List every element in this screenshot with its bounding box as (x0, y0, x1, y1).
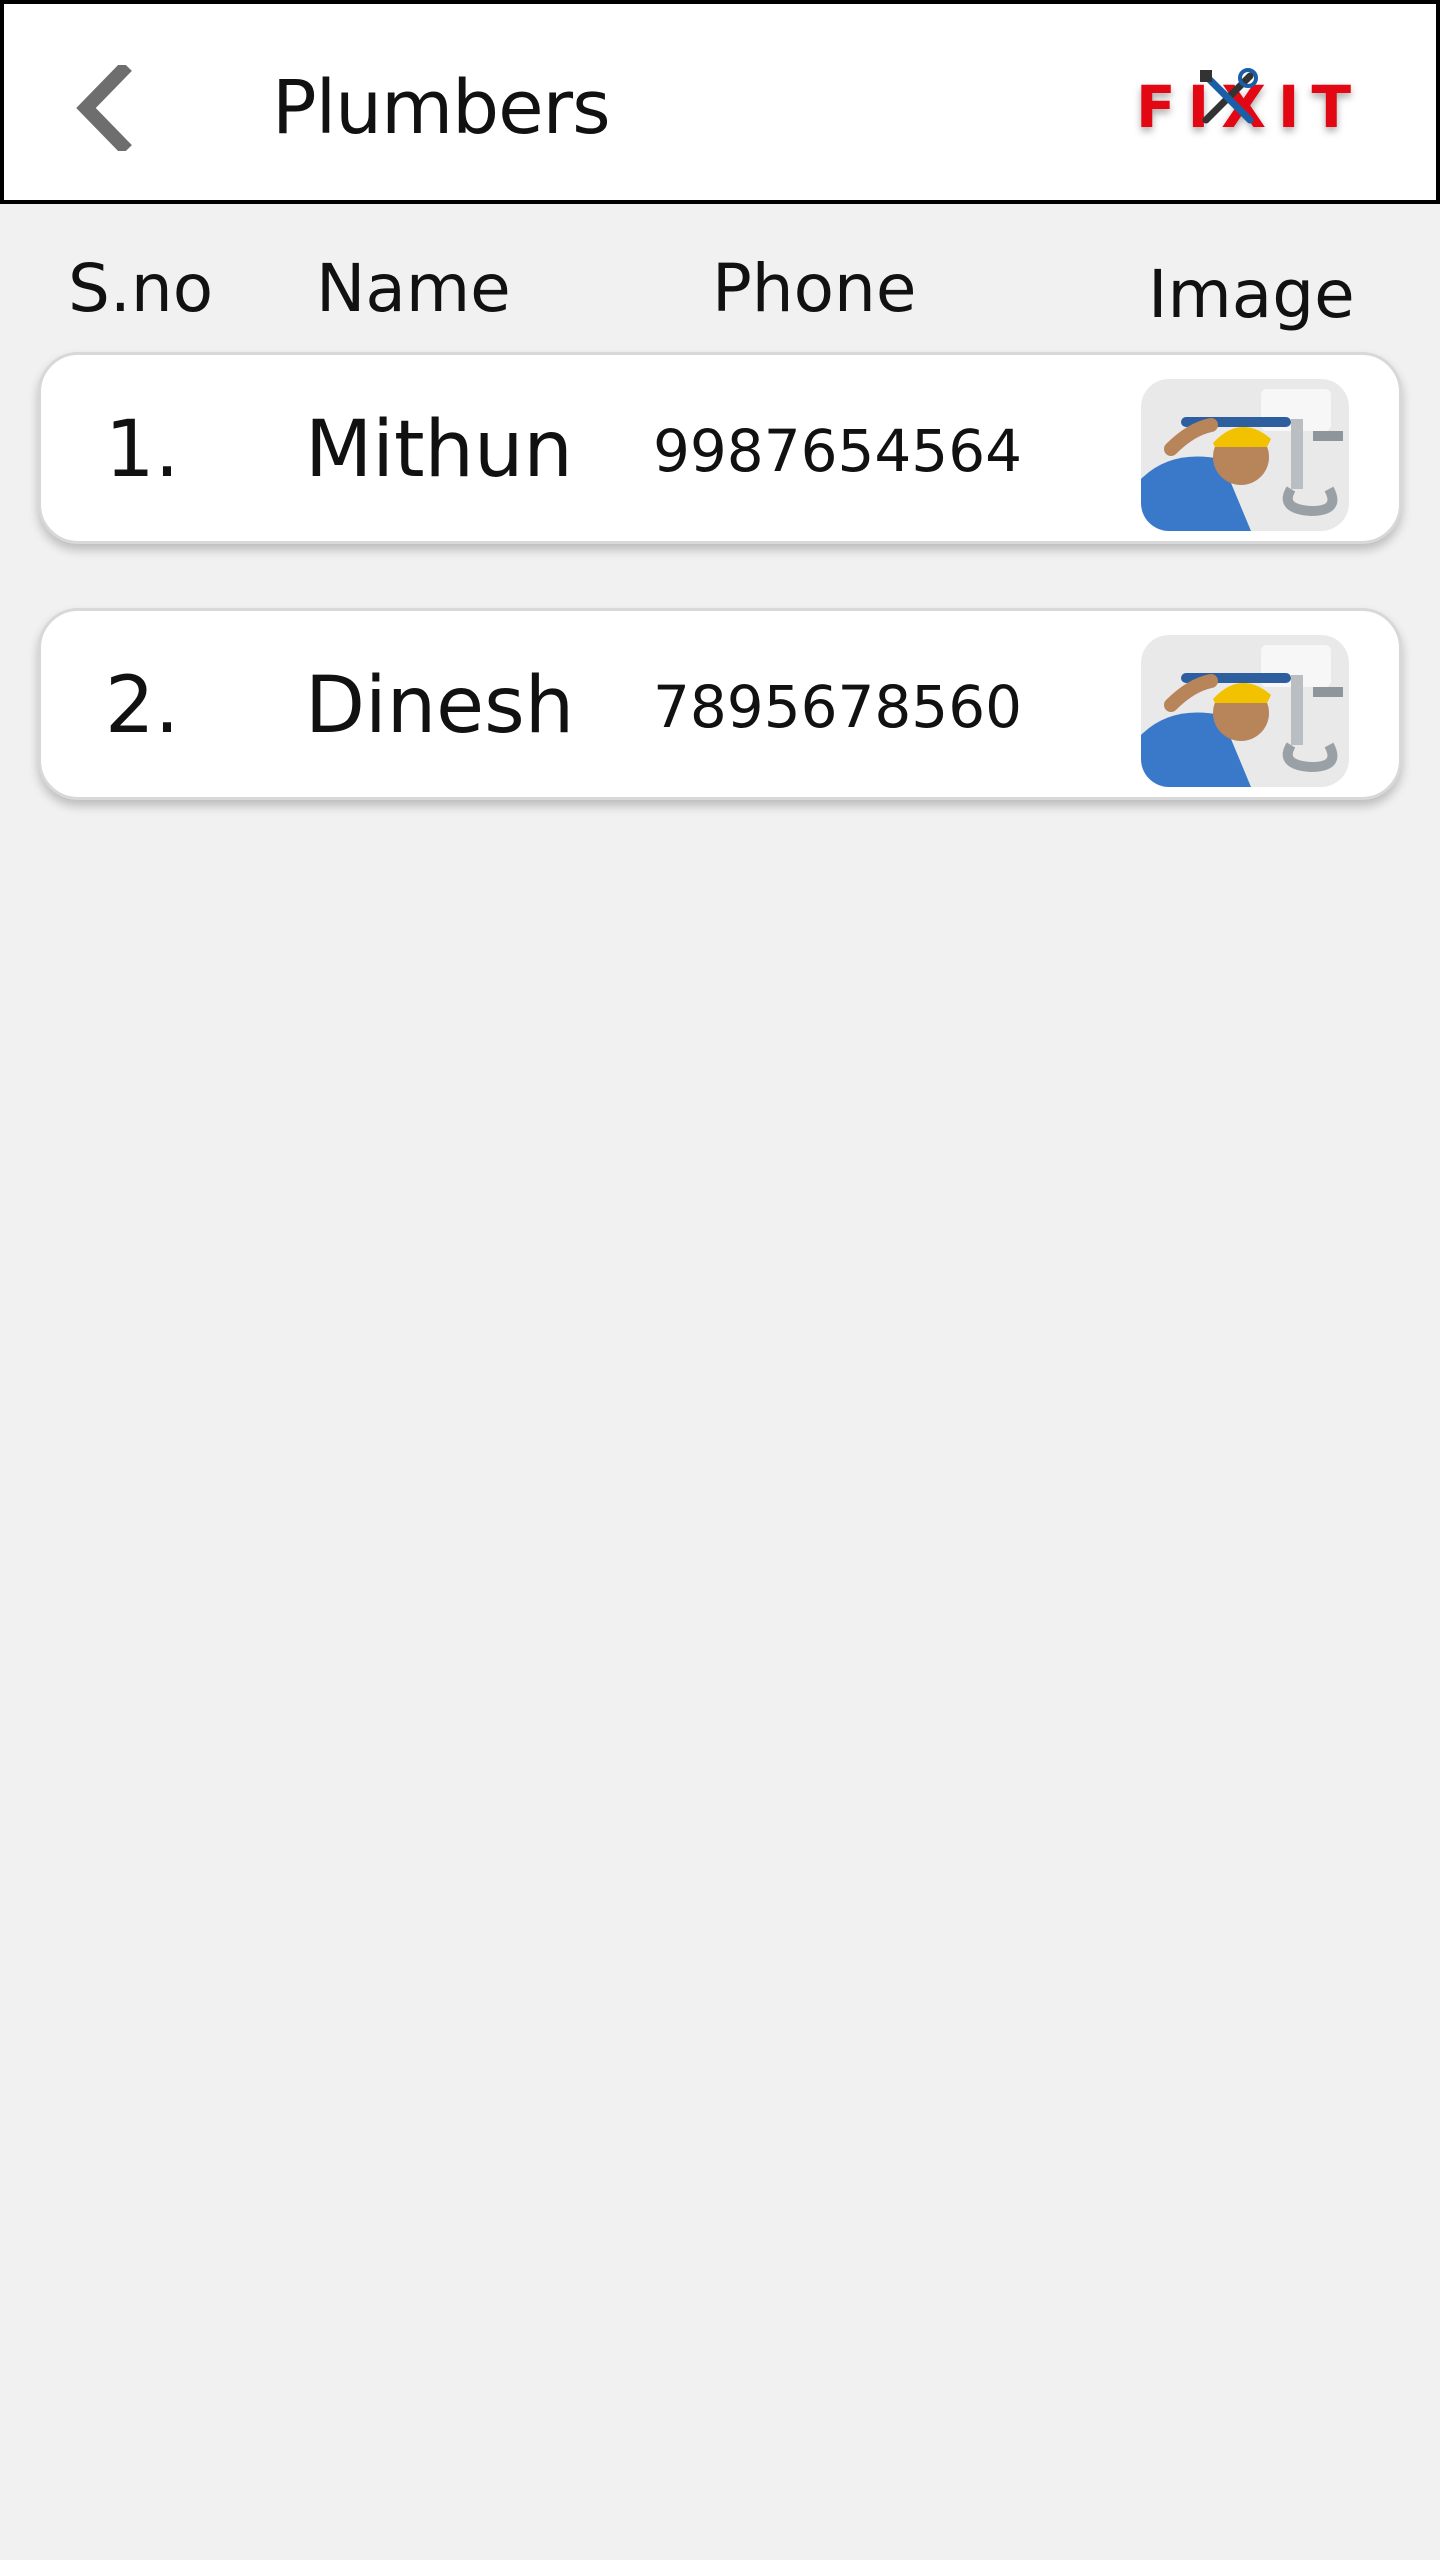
row-name: Dinesh (305, 661, 575, 751)
row-phone[interactable]: 7895678560 (653, 673, 1022, 741)
header-image: Image (1148, 256, 1355, 333)
header-sno: S.no (68, 250, 214, 327)
row-name: Mithun (305, 405, 573, 495)
app-bar: Plumbers FIXIT (0, 0, 1440, 204)
tools-icon (1200, 68, 1258, 124)
fixit-logo: FIXIT (1136, 68, 1351, 142)
plumber-photo[interactable] (1141, 635, 1349, 787)
table-row[interactable]: 1. Mithun 9987654564 (38, 352, 1402, 544)
page-title: Plumbers (272, 65, 611, 151)
plumber-photo[interactable] (1141, 379, 1349, 531)
row-sno: 1. (105, 405, 180, 495)
row-phone[interactable]: 9987654564 (653, 417, 1022, 485)
row-sno: 2. (105, 661, 180, 751)
table-row[interactable]: 2. Dinesh 7895678560 (38, 608, 1402, 800)
table-header: S.no Name Phone Image (0, 250, 1440, 350)
header-name: Name (316, 250, 511, 327)
header-phone: Phone (712, 250, 917, 327)
back-button[interactable] (64, 60, 144, 156)
chevron-left-icon (76, 65, 132, 151)
